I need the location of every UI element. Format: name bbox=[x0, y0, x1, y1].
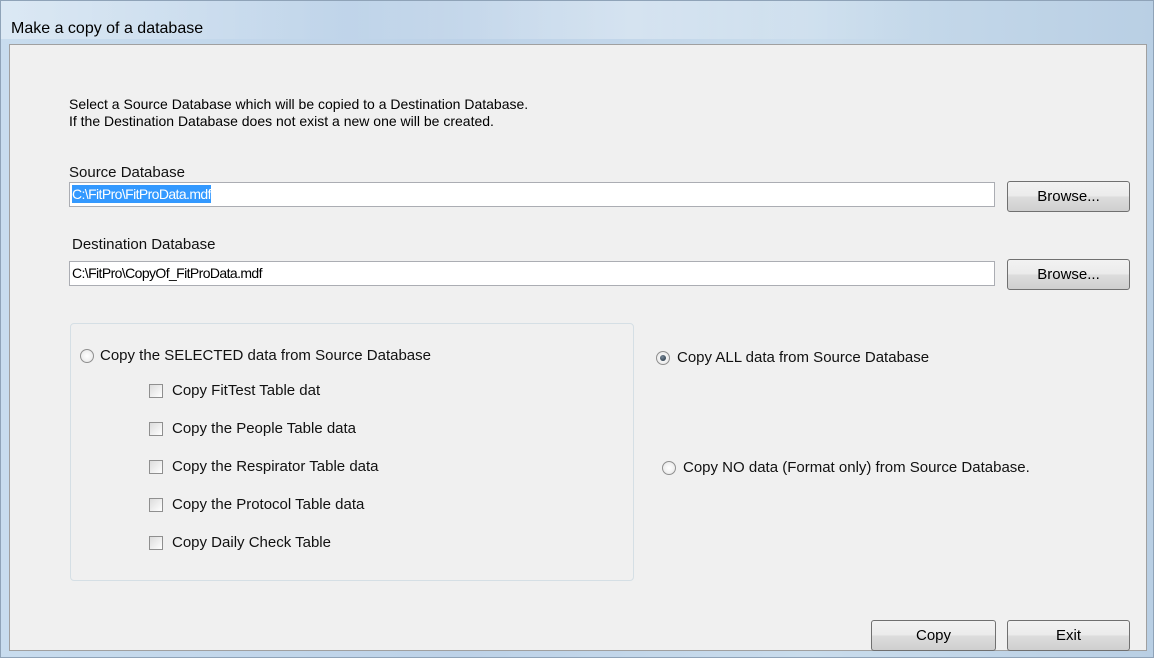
people-table-checkbox[interactable] bbox=[149, 422, 163, 436]
exit-button[interactable]: Exit bbox=[1007, 620, 1130, 651]
copy-selected-radio[interactable] bbox=[80, 349, 94, 363]
copy-none-radio[interactable] bbox=[662, 461, 676, 475]
window-title: Make a copy of a database bbox=[11, 20, 204, 37]
destination-browse-button[interactable]: Browse... bbox=[1007, 259, 1130, 290]
destination-database-label: Destination Database bbox=[72, 236, 216, 253]
protocol-table-checkbox[interactable] bbox=[149, 498, 163, 512]
source-database-input[interactable]: C:\FitPro\FitProData.mdf bbox=[69, 182, 995, 207]
copy-selected-label[interactable]: Copy the SELECTED data from Source Datab… bbox=[100, 347, 431, 364]
fittest-table-label[interactable]: Copy FitTest Table dat bbox=[172, 382, 320, 399]
instructions-line-2: If the Destination Database does not exi… bbox=[69, 113, 494, 129]
copy-button[interactable]: Copy bbox=[871, 620, 996, 651]
source-browse-button[interactable]: Browse... bbox=[1007, 181, 1130, 212]
respirator-table-checkbox[interactable] bbox=[149, 460, 163, 474]
source-database-label: Source Database bbox=[69, 164, 185, 181]
daily-check-table-checkbox[interactable] bbox=[149, 536, 163, 550]
protocol-table-label[interactable]: Copy the Protocol Table data bbox=[172, 496, 364, 513]
source-database-value: C:\FitPro\FitProData.mdf bbox=[72, 185, 211, 203]
instructions: Select a Source Database which will be c… bbox=[69, 96, 528, 130]
dialog-window: Make a copy of a database Select a Sourc… bbox=[0, 0, 1154, 658]
title-bar[interactable]: Make a copy of a database bbox=[1, 1, 1153, 39]
people-table-label[interactable]: Copy the People Table data bbox=[172, 420, 356, 437]
fittest-table-checkbox[interactable] bbox=[149, 384, 163, 398]
copy-none-label[interactable]: Copy NO data (Format only) from Source D… bbox=[683, 459, 1030, 476]
daily-check-table-label[interactable]: Copy Daily Check Table bbox=[172, 534, 331, 551]
copy-all-radio[interactable] bbox=[656, 351, 670, 365]
respirator-table-label[interactable]: Copy the Respirator Table data bbox=[172, 458, 379, 475]
dialog-body: Select a Source Database which will be c… bbox=[9, 44, 1147, 651]
instructions-line-1: Select a Source Database which will be c… bbox=[69, 96, 529, 112]
copy-all-label[interactable]: Copy ALL data from Source Database bbox=[677, 349, 929, 366]
destination-database-input[interactable]: C:\FitPro\CopyOf_FitProData.mdf bbox=[69, 261, 995, 286]
